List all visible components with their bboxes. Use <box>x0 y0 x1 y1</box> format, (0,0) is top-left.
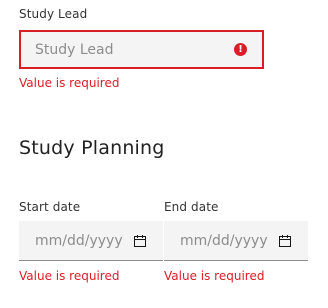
study-lead-error: Value is required <box>19 76 120 90</box>
end-date-label: End date <box>164 200 219 214</box>
form-page: Study Lead Study Lead ! Value is require… <box>0 0 328 308</box>
start-date-label: Start date <box>19 200 81 214</box>
end-date-input[interactable]: mm/dd/yyyy <box>164 221 308 261</box>
error-icon: ! <box>234 42 247 56</box>
end-date-error: Value is required <box>164 269 265 283</box>
start-date-error: Value is required <box>19 269 120 283</box>
study-lead-label: Study Lead <box>19 7 88 21</box>
study-lead-input[interactable]: Study Lead ! <box>19 30 264 69</box>
study-lead-placeholder: Study Lead <box>35 41 114 58</box>
calendar-icon[interactable] <box>279 235 291 247</box>
calendar-icon[interactable] <box>134 235 146 247</box>
start-date-input[interactable]: mm/dd/yyyy <box>19 221 163 261</box>
section-title: Study Planning <box>19 137 165 159</box>
